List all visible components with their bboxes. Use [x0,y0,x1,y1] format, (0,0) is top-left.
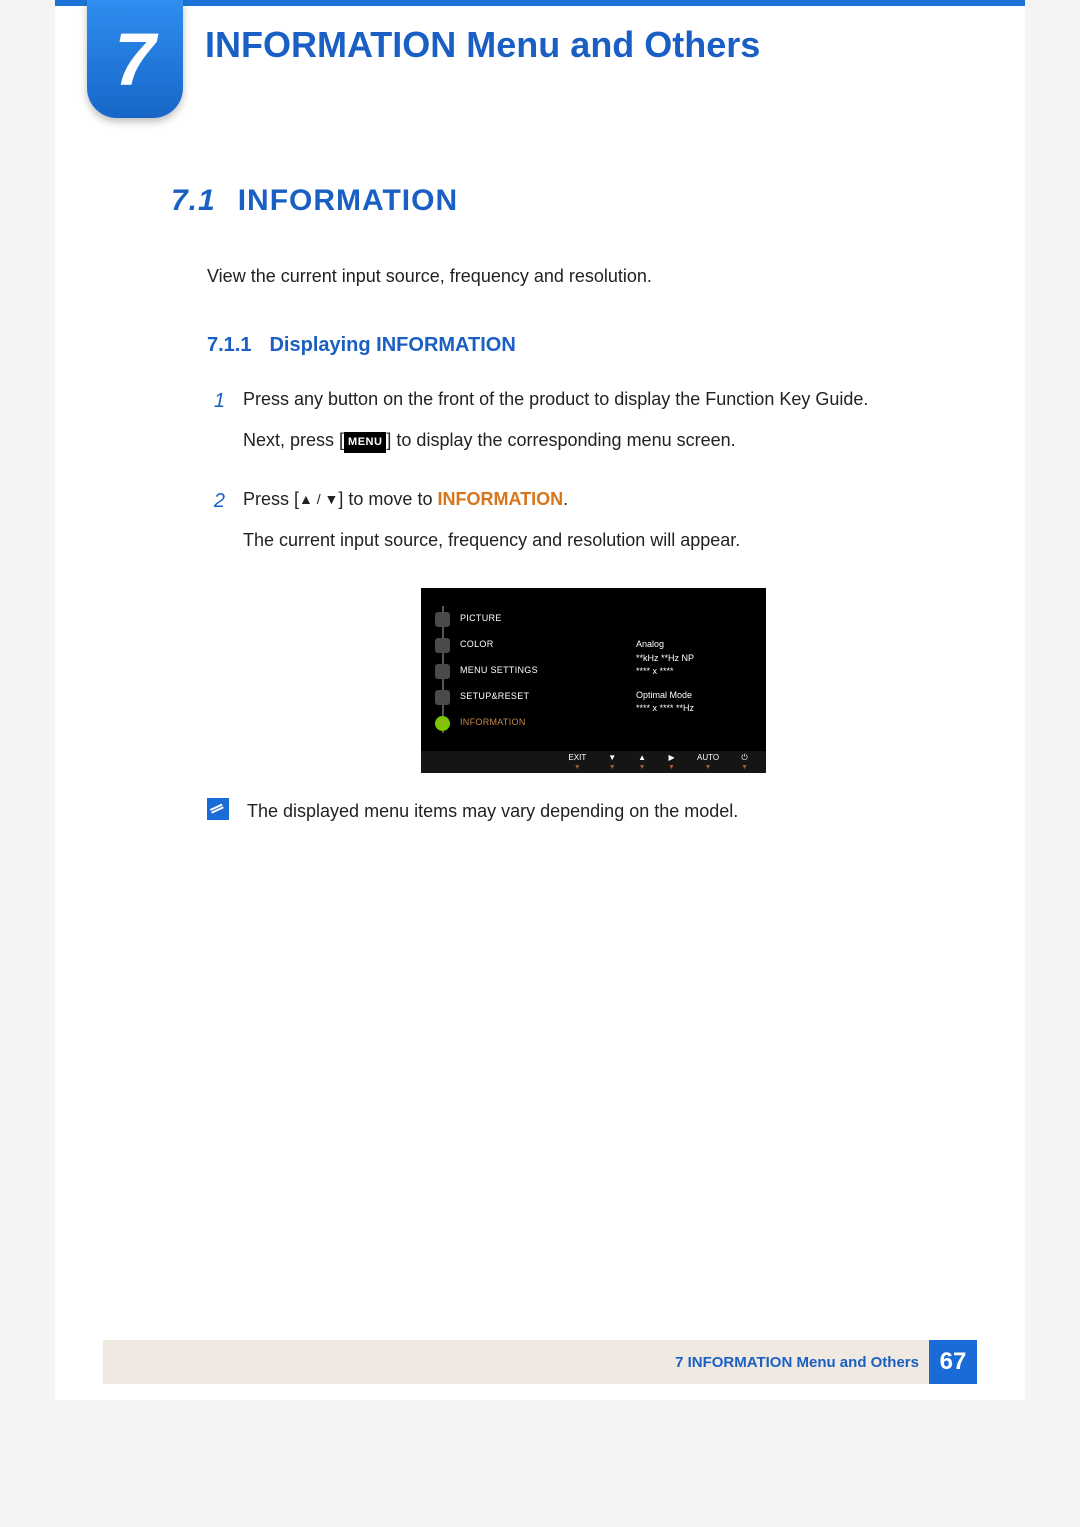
chapter-title: INFORMATION Menu and Others [205,24,760,66]
settings-icon [435,664,450,679]
section-number: 7.1 [171,178,216,223]
text: Press [ [243,489,299,509]
osd-setup-reset: SETUP&RESET [435,684,595,710]
section-title: INFORMATION [238,178,458,223]
reset-icon [435,690,450,705]
step-text: The current input source, frequency and … [243,527,935,554]
osd-label: SETUP&RESET [460,690,529,704]
text: . [563,489,568,509]
step-number: 1 [207,386,225,468]
note-icon [207,798,229,820]
text: Next, press [ [243,430,344,450]
osd-label: PICTURE [460,612,502,626]
step-text: Press any button on the front of the pro… [243,386,935,413]
footer-chapter-ref: 7 INFORMATION Menu and Others [675,1354,919,1371]
osd-footer-hints: EXIT▼ ▼▼ ▲▼ ▶▼ AUTO▼ ⏻▼ [421,751,766,773]
chapter-number-badge: 7 [87,0,183,118]
osd-label: MENU SETTINGS [460,664,538,678]
top-rule [55,0,1025,6]
osd-auto: AUTO [697,754,719,762]
osd-menu-settings: MENU SETTINGS [435,658,595,684]
step-text: Next, press [MENU] to display the corres… [243,427,935,454]
osd-label: INFORMATION [460,716,526,730]
footer-page-number: 67 [929,1340,977,1384]
osd-screenshot: PICTURE COLOR MENU SETTINGS SETUP&RESET … [421,588,766,773]
osd-right-icon: ▶ [668,754,674,762]
osd-info-line: **kHz **Hz NP [636,653,694,663]
color-icon [435,638,450,653]
osd-color: COLOR [435,632,595,658]
picture-icon [435,612,450,627]
step-text: Press [▲ / ▼] to move to INFORMATION. [243,486,935,513]
osd-down-icon: ▼ [608,754,616,762]
page-footer: 7 INFORMATION Menu and Others 67 [103,1340,977,1384]
osd-info-line: **** x **** **Hz [636,703,694,713]
subsection-number: 7.1.1 [207,330,251,360]
osd-information-selected: i INFORMATION [435,710,595,736]
osd-info-panel: Analog **kHz **Hz NP **** x **** Optimal… [636,638,746,726]
text: ] to display the corresponding menu scre… [386,430,735,450]
info-icon: i [435,716,450,731]
subsection-title: Displaying INFORMATION [269,330,515,360]
up-down-arrows-icon: ▲ / ▼ [299,491,338,507]
step-1: 1 Press any button on the front of the p… [207,386,935,468]
osd-exit: EXIT [568,754,586,762]
osd-info-line: Optimal Mode [636,690,692,700]
osd-info-line: Analog [636,639,664,649]
osd-up-icon: ▲ [638,754,646,762]
step-number: 2 [207,486,225,568]
section-intro: View the current input source, frequency… [207,263,935,290]
osd-power-icon: ⏻ [741,754,747,762]
note-text: The displayed menu items may vary depend… [247,798,738,825]
highlight-text: INFORMATION [437,489,563,509]
menu-key-icon: MENU [344,432,386,453]
osd-label: COLOR [460,638,494,652]
step-2: 2 Press [▲ / ▼] to move to INFORMATION. … [207,486,935,568]
osd-info-line: **** x **** [636,666,674,676]
text: ] to move to [338,489,437,509]
osd-picture: PICTURE [435,606,595,632]
